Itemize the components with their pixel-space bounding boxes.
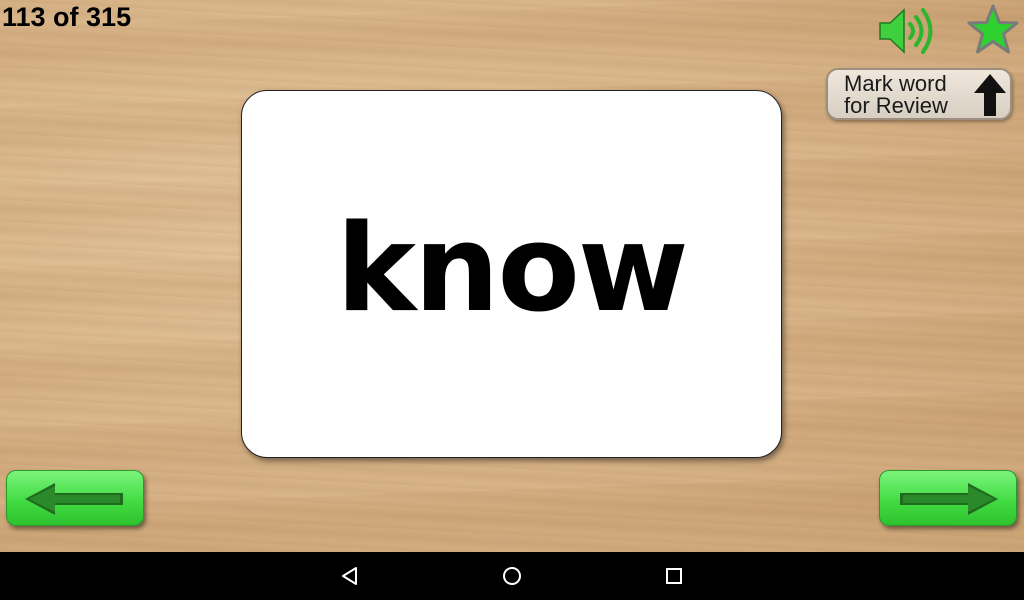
- back-triangle-icon[interactable]: [338, 564, 362, 588]
- review-button-label: Mark word for Review: [844, 71, 948, 118]
- speaker-icon[interactable]: [876, 6, 942, 56]
- progress-counter: 113 of 315: [2, 2, 132, 32]
- home-circle-icon[interactable]: [500, 564, 524, 588]
- android-navigation-bar: [0, 552, 1024, 600]
- up-arrow-icon: [972, 73, 1008, 117]
- next-button[interactable]: [879, 470, 1017, 526]
- right-arrow-icon: [900, 483, 998, 515]
- star-icon[interactable]: [966, 4, 1020, 56]
- mark-for-review-button[interactable]: Mark word for Review: [826, 68, 1012, 120]
- left-arrow-icon: [25, 483, 123, 515]
- recents-square-icon[interactable]: [662, 564, 686, 588]
- wood-background: 113 of 315 Mark word for Review know: [0, 0, 1024, 552]
- previous-button[interactable]: [6, 470, 144, 526]
- flash-card[interactable]: know: [241, 90, 782, 458]
- flash-card-word: know: [336, 199, 689, 339]
